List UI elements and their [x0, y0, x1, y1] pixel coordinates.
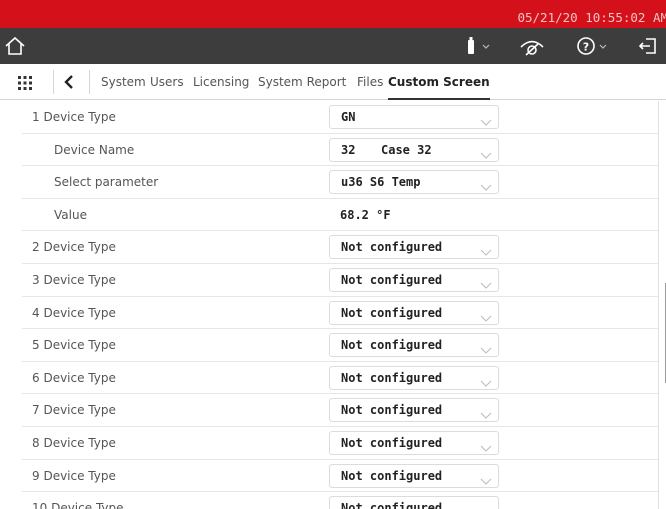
apps-grid-icon[interactable] — [18, 75, 32, 94]
chevron-down-icon — [480, 471, 492, 490]
parameter-select[interactable]: u36 S6 Temp — [329, 170, 499, 196]
list-item: Device Name 32 Case 32 — [22, 134, 658, 167]
tab-licensing[interactable]: Licensing — [193, 64, 249, 100]
chevron-down-icon — [480, 503, 492, 509]
tab-bar: System Users Licensing System Report Fil… — [0, 64, 666, 100]
device-type-label: 5 Device Type — [32, 338, 116, 353]
chevron-down-icon — [480, 112, 492, 131]
list-item: 1 Device Type GN — [22, 101, 658, 134]
chevron-down-icon — [480, 177, 492, 196]
select-value: Not configured — [341, 468, 443, 483]
chevron-down-icon — [480, 145, 492, 164]
select-value: Not configured — [341, 272, 443, 287]
list-item: 3 Device Type Not configured — [22, 264, 658, 297]
list-item: 6 Device Type Not configured — [22, 362, 658, 395]
device-type-label: 10 Device Type — [32, 501, 124, 509]
chevron-down-icon — [480, 373, 492, 392]
usb-device-icon[interactable] — [463, 28, 493, 64]
device-type-select[interactable]: GN — [329, 105, 499, 129]
list-item: 4 Device Type Not configured — [22, 297, 658, 330]
device-type-select[interactable]: Not configured — [329, 398, 499, 424]
select-value: GN — [341, 110, 356, 124]
tab-users[interactable]: Users — [150, 64, 184, 100]
home-icon[interactable] — [4, 28, 26, 64]
chevron-down-icon — [480, 438, 492, 457]
device-number: 32 — [341, 142, 356, 157]
svg-text:?: ? — [583, 41, 589, 54]
help-icon[interactable]: ? — [576, 28, 610, 64]
select-value: Not configured — [341, 305, 443, 320]
device-type-select[interactable]: Not configured — [329, 333, 499, 359]
chevron-down-icon — [480, 405, 492, 424]
select-parameter-label: Select parameter — [54, 175, 159, 190]
list-item: Value 68.2 °F — [22, 199, 658, 232]
logout-icon[interactable] — [637, 28, 659, 64]
back-arrow-icon[interactable] — [63, 74, 75, 94]
device-name: Case 32 — [381, 142, 432, 157]
divider — [89, 70, 90, 94]
device-type-select[interactable]: Not configured — [329, 235, 499, 261]
tab-files[interactable]: Files — [357, 64, 383, 100]
chevron-down-icon — [480, 275, 492, 294]
device-type-label: 7 Device Type — [32, 403, 116, 418]
status-bar: 05/21/20 10:55:02 AM — [0, 0, 666, 28]
chevron-down-icon — [480, 308, 492, 327]
select-value: Not configured — [341, 501, 443, 509]
value-readout: 68.2 °F — [340, 207, 391, 222]
select-value: Not configured — [341, 338, 443, 353]
device-type-label: 8 Device Type — [32, 435, 116, 450]
select-value: Not configured — [341, 435, 443, 450]
list-item: 10 Device Type Not configured — [22, 492, 658, 509]
select-value: Not configured — [341, 370, 443, 385]
device-type-label: 3 Device Type — [32, 272, 116, 287]
list-item: 8 Device Type Not configured — [22, 427, 658, 460]
device-type-select[interactable]: Not configured — [329, 267, 499, 294]
tab-system-report[interactable]: System Report — [258, 64, 346, 100]
device-name-select[interactable]: 32 Case 32 — [329, 137, 499, 164]
device-type-select[interactable]: Not configured — [329, 430, 499, 457]
list-item: 5 Device Type Not configured — [22, 329, 658, 362]
device-type-label: 2 Device Type — [32, 240, 116, 255]
list-item: 2 Device Type Not configured — [22, 231, 658, 264]
device-type-select[interactable]: Not configured — [329, 365, 499, 392]
divider — [53, 70, 54, 94]
custom-screen-list: 1 Device Type GN Device Name 32 Case 32 … — [22, 101, 659, 509]
status-datetime: 05/21/20 10:55:02 AM — [517, 10, 666, 25]
device-type-select[interactable]: Not configured — [329, 496, 499, 509]
chevron-down-icon — [480, 242, 492, 261]
select-value: u36 S6 Temp — [341, 175, 421, 190]
list-item: 7 Device Type Not configured — [22, 394, 658, 427]
list-item: Select parameter u36 S6 Temp — [22, 166, 658, 199]
select-value: Not configured — [341, 240, 443, 255]
no-signal-icon[interactable] — [518, 28, 546, 64]
device-type-label: 9 Device Type — [32, 468, 116, 483]
list-item: 9 Device Type Not configured — [22, 460, 658, 493]
top-toolbar: ? — [0, 28, 666, 64]
device-type-label: 6 Device Type — [32, 370, 116, 385]
select-value: Not configured — [341, 403, 443, 418]
device-type-select[interactable]: Not configured — [329, 300, 499, 327]
device-type-label: 1 Device Type — [32, 110, 116, 124]
device-name-label: Device Name — [54, 142, 135, 157]
device-type-label: 4 Device Type — [32, 305, 116, 320]
tab-custom-screen[interactable]: Custom Screen — [388, 64, 490, 100]
chevron-down-icon — [480, 340, 492, 359]
device-type-select[interactable]: Not configured — [329, 463, 499, 490]
tab-system[interactable]: System — [101, 64, 146, 100]
value-label: Value — [54, 207, 87, 222]
